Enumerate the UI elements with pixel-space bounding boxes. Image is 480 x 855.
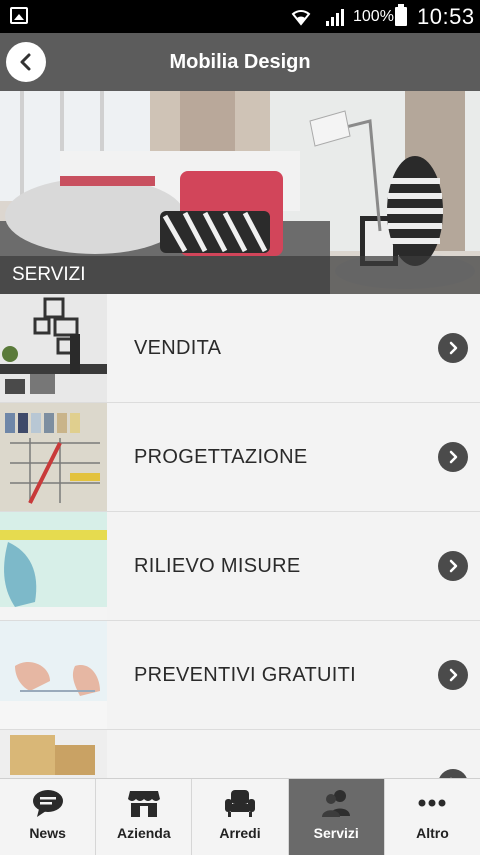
chevron-right-icon xyxy=(438,769,468,778)
list-item-preventivi-gratuiti[interactable]: PREVENTIVI GRATUITI xyxy=(0,621,480,730)
chevron-right-icon xyxy=(438,333,468,363)
tab-altro[interactable]: Altro xyxy=(385,779,480,855)
hero-banner: SERVIZI xyxy=(0,91,480,294)
partial-thumbnail xyxy=(0,730,107,778)
list-item-vendita[interactable]: VENDITA xyxy=(0,294,480,403)
preventivi-gratuiti-label: PREVENTIVI GRATUITI xyxy=(134,664,357,686)
vendita-label: VENDITA xyxy=(134,337,222,359)
progettazione-thumbnail xyxy=(0,403,107,511)
status-bar: 100% 10:53 xyxy=(0,0,480,33)
people-icon xyxy=(322,790,351,817)
tab-arredi[interactable]: Arredi xyxy=(192,779,289,855)
rilievo-misure-label: RILIEVO MISURE xyxy=(134,555,301,577)
back-button[interactable] xyxy=(6,42,46,82)
clock: 10:53 xyxy=(417,4,475,29)
storefront-icon xyxy=(127,791,160,817)
tab-news[interactable]: News xyxy=(0,779,97,855)
battery-percent: 100% xyxy=(353,8,394,25)
tab-servizi-label: Servizi xyxy=(313,825,359,841)
tab-servizi[interactable]: Servizi xyxy=(288,779,385,855)
gallery-notification-icon xyxy=(10,7,28,24)
tab-news-label: News xyxy=(29,825,66,841)
tab-azienda-label: Azienda xyxy=(116,825,171,841)
chevron-left-icon xyxy=(20,53,31,71)
tab-azienda[interactable]: Azienda xyxy=(96,779,193,855)
bottom-tab-bar: News Azienda Arredi Servizi Altro xyxy=(0,778,480,855)
chevron-right-icon xyxy=(438,660,468,690)
vendita-thumbnail xyxy=(0,294,107,402)
rilievo-misure-thumbnail xyxy=(0,512,107,620)
signal-icon xyxy=(326,9,344,26)
preventivi-gratuiti-thumbnail xyxy=(0,621,107,729)
list-item-partial[interactable] xyxy=(0,730,480,778)
service-list: VENDITA PROGETTAZIONE RILIEVO MISURE PRE… xyxy=(0,294,480,778)
chevron-right-icon xyxy=(438,551,468,581)
wifi-icon xyxy=(291,10,311,26)
tab-arredi-label: Arredi xyxy=(219,825,261,841)
section-caption: SERVIZI xyxy=(0,256,480,294)
chevron-right-icon xyxy=(438,442,468,472)
page-title: Mobilia Design xyxy=(169,51,311,73)
list-item-progettazione[interactable]: PROGETTAZIONE xyxy=(0,403,480,512)
battery-icon xyxy=(395,4,407,26)
chat-bubble-icon xyxy=(32,790,63,817)
more-dots-icon xyxy=(418,799,446,807)
tab-altro-label: Altro xyxy=(416,825,449,841)
app-header: Mobilia Design xyxy=(0,33,480,91)
progettazione-label: PROGETTAZIONE xyxy=(134,446,308,468)
list-item-rilievo-misure[interactable]: RILIEVO MISURE xyxy=(0,512,480,621)
armchair-icon xyxy=(225,790,255,817)
